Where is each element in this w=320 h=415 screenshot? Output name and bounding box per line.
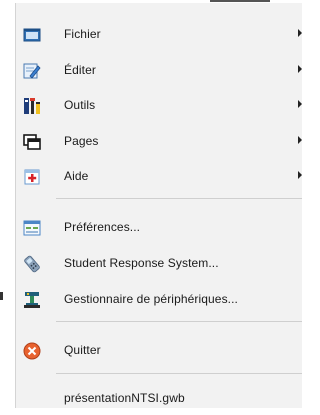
application-menu: Fichier Éditer Outils Pages Aide Préfére… (15, 3, 302, 408)
background-mark (0, 292, 3, 300)
help-icon (23, 168, 41, 186)
menu-item-label: Pages (64, 134, 99, 148)
menu-item-label: Quitter (64, 343, 101, 357)
folder-icon (23, 26, 41, 44)
submenu-arrow-icon (298, 171, 302, 179)
menu-item-fichier[interactable]: Fichier (16, 17, 302, 51)
menu-item-aide[interactable]: Aide (16, 159, 302, 193)
menu-item-editer[interactable]: Éditer (16, 53, 302, 87)
device-manager-icon (23, 291, 41, 309)
menu-item-label: Éditer (64, 63, 96, 77)
submenu-arrow-icon (298, 29, 302, 37)
submenu-arrow-icon (298, 136, 302, 144)
menu-item-preferences[interactable]: Préférences... (16, 210, 302, 244)
menu-separator (56, 373, 302, 374)
menu-item-label: Préférences... (64, 220, 141, 234)
edit-icon (23, 62, 41, 80)
background-edge (0, 0, 15, 408)
menu-item-label: Aide (64, 169, 89, 183)
menu-item-label: présentationNTSI.gwb (64, 391, 185, 405)
menu-separator (56, 198, 302, 199)
background-line (210, 0, 270, 2)
menu-item-label: Gestionnaire de périphériques... (64, 292, 238, 306)
menu-item-device-manager[interactable]: Gestionnaire de périphériques... (16, 282, 302, 316)
pages-icon (23, 133, 41, 151)
menu-item-student-response-system[interactable]: Student Response System... (16, 246, 302, 280)
submenu-arrow-icon (298, 65, 302, 73)
menu-item-quitter[interactable]: Quitter (16, 333, 302, 367)
menu-item-outils[interactable]: Outils (16, 88, 302, 122)
menu-item-recent-file[interactable]: présentationNTSI.gwb (16, 381, 302, 415)
preferences-icon (23, 219, 41, 237)
tools-icon (23, 97, 41, 115)
menu-item-label: Outils (64, 98, 96, 112)
menu-item-label: Student Response System... (64, 256, 219, 270)
menu-item-pages[interactable]: Pages (16, 124, 302, 158)
response-system-icon (23, 255, 41, 273)
submenu-arrow-icon (298, 100, 302, 108)
menu-separator (56, 321, 302, 322)
menu-item-label: Fichier (64, 27, 101, 41)
quit-icon (23, 342, 41, 360)
